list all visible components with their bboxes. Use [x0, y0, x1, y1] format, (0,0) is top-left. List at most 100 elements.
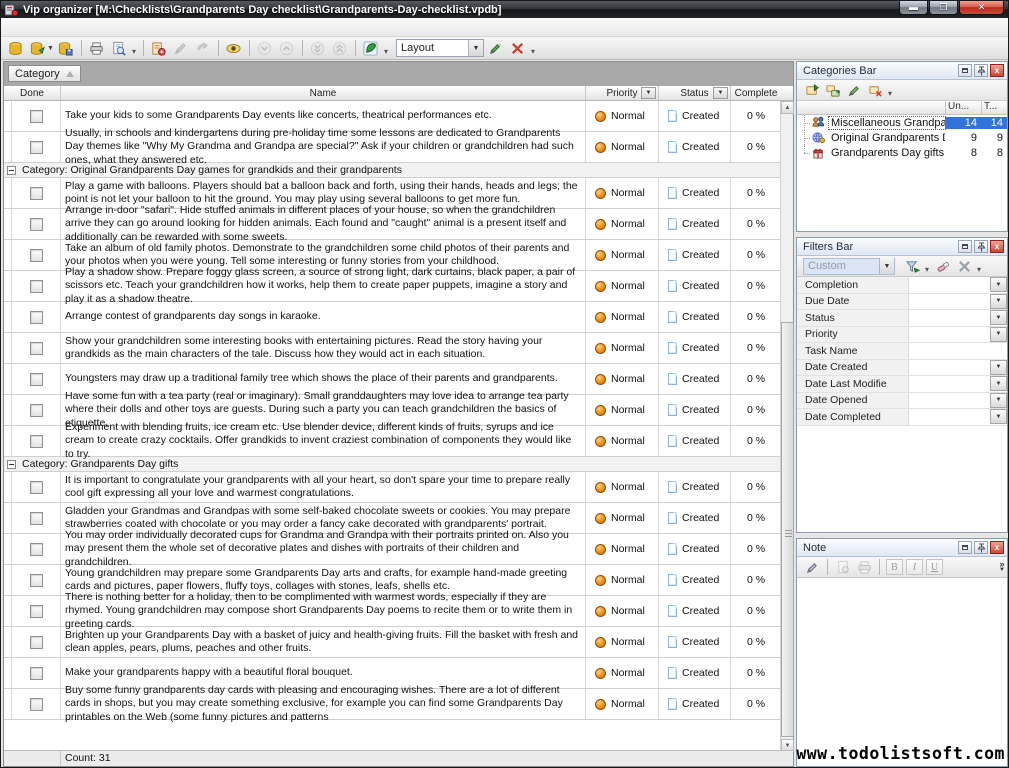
- filter-field-dropdown[interactable]: ▼: [990, 294, 1007, 309]
- done-checkbox[interactable]: [30, 435, 43, 448]
- filter-field-value[interactable]: ▼: [909, 360, 1007, 376]
- filters-toolbar-overflow[interactable]: ▾: [977, 265, 981, 274]
- open-dropdown-arrow[interactable]: ▼: [47, 45, 54, 52]
- done-checkbox[interactable]: [30, 373, 43, 386]
- categories-restore-button[interactable]: [958, 64, 972, 77]
- move-up-icon[interactable]: [277, 39, 297, 58]
- filter-field-dropdown[interactable]: ▼: [990, 327, 1007, 342]
- filter-field-dropdown[interactable]: ▼: [990, 360, 1007, 375]
- menu-item-view[interactable]: [23, 25, 39, 29]
- note-editor-area[interactable]: www.todolistsoft.com: [797, 579, 1007, 766]
- category-tree-item[interactable]: Miscellaneous Grandparents Day . 14 14: [797, 115, 1007, 130]
- filter-field-value[interactable]: ▼: [909, 294, 1007, 310]
- filter-preset-combobox[interactable]: Custom ▼: [803, 258, 895, 275]
- delete-layout-icon[interactable]: [508, 39, 528, 58]
- column-header-priority[interactable]: Priority▼: [586, 86, 659, 100]
- categories-pin-button[interactable]: [974, 64, 988, 77]
- column-header-name[interactable]: Name: [61, 86, 586, 100]
- edit-note-icon[interactable]: [803, 559, 821, 576]
- categories-close-button[interactable]: x: [990, 64, 1004, 77]
- done-checkbox[interactable]: [30, 249, 43, 262]
- task-row[interactable]: Show your grandchildren some interesting…: [4, 333, 781, 364]
- apply-filter-icon[interactable]: [903, 258, 921, 275]
- filter-field-dropdown[interactable]: ▼: [990, 277, 1007, 292]
- print-preview-icon[interactable]: [109, 39, 129, 58]
- collapse-group-icon[interactable]: [7, 460, 16, 469]
- filter-field-value[interactable]: ▼: [909, 376, 1007, 392]
- layout-combobox-arrow[interactable]: ▼: [468, 40, 483, 56]
- maximize-button[interactable]: ❐: [929, 1, 958, 15]
- done-checkbox[interactable]: [30, 218, 43, 231]
- filter-field-dropdown[interactable]: ▼: [990, 393, 1007, 408]
- underline-button[interactable]: U: [926, 559, 943, 575]
- new-database-icon[interactable]: [5, 39, 25, 58]
- done-checkbox[interactable]: [30, 636, 43, 649]
- layout-combobox[interactable]: Layout ▼: [396, 39, 484, 57]
- done-checkbox[interactable]: [30, 698, 43, 711]
- new-task-icon[interactable]: [149, 39, 169, 58]
- collapse-group-icon[interactable]: [7, 166, 16, 175]
- print-icon[interactable]: [87, 39, 107, 58]
- done-checkbox[interactable]: [30, 311, 43, 324]
- print-toolbar-overflow[interactable]: ▾: [132, 47, 136, 56]
- edit-category-icon[interactable]: [845, 82, 863, 99]
- filter-field-value[interactable]: [909, 343, 1007, 359]
- done-checkbox[interactable]: [30, 667, 43, 680]
- menu-item-help[interactable]: [87, 25, 103, 29]
- note-restore-button[interactable]: [958, 541, 972, 554]
- filter-preset-arrow[interactable]: ▼: [879, 258, 894, 274]
- done-checkbox[interactable]: [30, 342, 43, 355]
- task-row[interactable]: It is important to congratulate your gra…: [4, 472, 781, 503]
- clear-filter-icon[interactable]: [934, 258, 952, 275]
- filter-field-value[interactable]: ▼: [909, 310, 1007, 326]
- column-header-status[interactable]: Status▼: [659, 86, 731, 100]
- preview-note-icon[interactable]: [834, 559, 852, 576]
- note-close-button[interactable]: x: [990, 541, 1004, 554]
- move-down-icon[interactable]: [255, 39, 275, 58]
- done-checkbox[interactable]: [30, 187, 43, 200]
- task-row[interactable]: Arrange in-door "safari". Hide stuffed a…: [4, 209, 781, 240]
- task-row[interactable]: You may order individually decorated cup…: [4, 534, 781, 565]
- done-checkbox[interactable]: [30, 141, 43, 154]
- task-row[interactable]: Usually, in schools and kindergartens du…: [4, 132, 781, 163]
- italic-button[interactable]: I: [906, 559, 923, 575]
- done-checkbox[interactable]: [30, 543, 43, 556]
- column-header-complete[interactable]: Complete: [731, 86, 781, 100]
- done-checkbox[interactable]: [30, 481, 43, 494]
- add-subcategory-icon[interactable]: [824, 82, 842, 99]
- uncompleted-column-header[interactable]: Un...: [945, 101, 981, 114]
- delete-task-icon[interactable]: [193, 39, 213, 58]
- filters-close-button[interactable]: x: [990, 240, 1004, 253]
- notifications-dropdown[interactable]: ▾: [384, 47, 388, 56]
- category-tree-item[interactable]: Original Grandparents Day games 9 9: [797, 130, 1007, 145]
- filter-field-value[interactable]: ▼: [909, 393, 1007, 409]
- filter-field-value[interactable]: ▼: [909, 277, 1007, 293]
- total-column-header[interactable]: T...: [981, 101, 1007, 114]
- bold-button[interactable]: B: [886, 559, 903, 575]
- status-filter-button[interactable]: ▼: [713, 87, 728, 99]
- move-bottom-icon[interactable]: [308, 39, 328, 58]
- task-row[interactable]: Experiment with blending fruits, ice cre…: [4, 426, 781, 457]
- category-tree-item[interactable]: Grandparents Day gifts 8 8: [797, 145, 1007, 160]
- move-top-icon[interactable]: [330, 39, 350, 58]
- task-row[interactable]: Arrange contest of grandparents day song…: [4, 302, 781, 333]
- filter-field-dropdown[interactable]: ▼: [990, 310, 1007, 325]
- vertical-scrollbar[interactable]: ▲ ▼: [780, 101, 793, 752]
- done-checkbox[interactable]: [30, 605, 43, 618]
- categories-toolbar-overflow[interactable]: ▾: [888, 89, 892, 98]
- done-checkbox[interactable]: [30, 404, 43, 417]
- scroll-up-arrow[interactable]: ▲: [781, 101, 794, 114]
- filter-field-value[interactable]: ▼: [909, 409, 1007, 425]
- filter-field-dropdown[interactable]: ▼: [990, 409, 1007, 424]
- delete-filter-icon[interactable]: [955, 258, 973, 275]
- layout-toolbar-overflow[interactable]: ▾: [531, 47, 535, 56]
- note-toolbar-overflow[interactable]: »▼: [999, 561, 1005, 573]
- task-row[interactable]: Play a shadow show. Prepare foggy glass …: [4, 271, 781, 302]
- priority-filter-button[interactable]: ▼: [641, 87, 656, 99]
- filter-field-value[interactable]: ▼: [909, 327, 1007, 343]
- filters-restore-button[interactable]: [958, 240, 972, 253]
- group-by-category-chip[interactable]: Category: [8, 65, 81, 82]
- minimize-button[interactable]: ▬: [899, 1, 928, 15]
- category-group-row[interactable]: Category: Original Grandparents Day game…: [4, 163, 781, 178]
- add-category-icon[interactable]: [803, 82, 821, 99]
